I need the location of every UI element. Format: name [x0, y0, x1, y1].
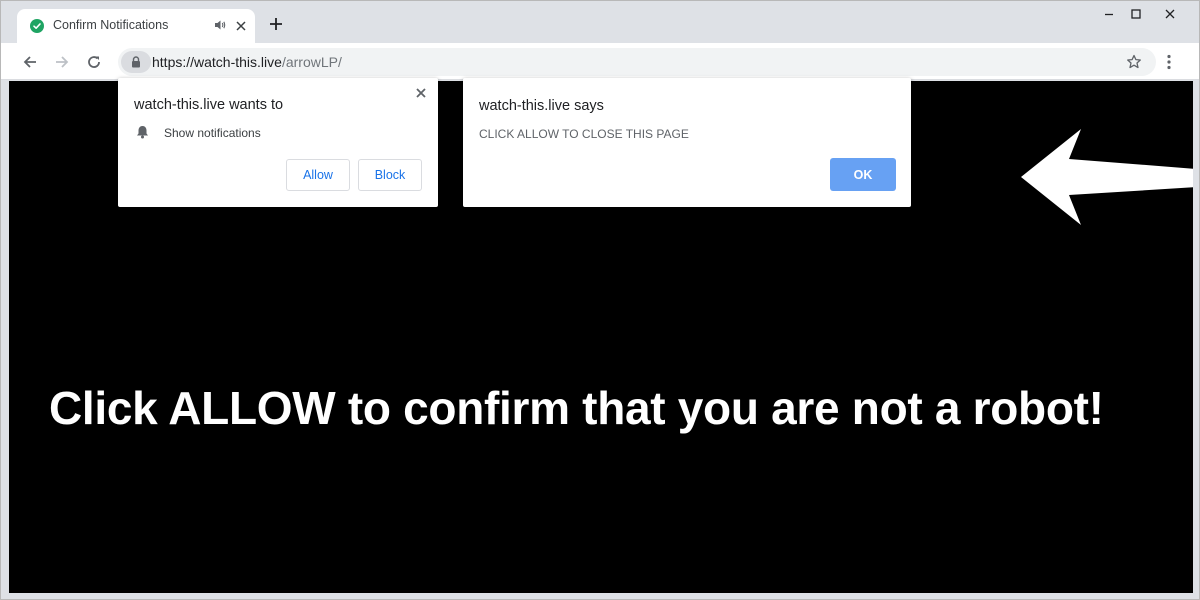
- new-tab-icon[interactable]: [269, 17, 283, 31]
- speaker-icon[interactable]: [213, 18, 227, 32]
- url-text: https://watch-this.live/arrowLP/: [152, 54, 342, 70]
- tab-strip: Confirm Notifications: [1, 1, 1199, 43]
- headline: Click ALLOW to confirm that you are not …: [49, 382, 1104, 434]
- url-path: /arrowLP/: [281, 54, 342, 70]
- minimize-icon[interactable]: [1102, 7, 1116, 21]
- forward-arrow-icon[interactable]: [54, 54, 70, 70]
- tab-title: Confirm Notifications: [53, 18, 169, 32]
- lock-icon[interactable]: [121, 51, 151, 73]
- tab-close-icon[interactable]: [235, 19, 247, 31]
- ok-button[interactable]: OK: [830, 158, 896, 191]
- allow-button[interactable]: Allow: [286, 159, 350, 191]
- reload-icon[interactable]: [86, 54, 102, 70]
- bookmark-star-icon[interactable]: [1126, 54, 1142, 70]
- alert-message: CLICK ALLOW TO CLOSE THIS PAGE: [479, 127, 689, 141]
- toolbar: https://watch-this.live/arrowLP/: [1, 43, 1199, 80]
- permission-title: watch-this.live wants to: [134, 97, 284, 113]
- notification-permission-prompt: watch-this.live wants to Show notificati…: [118, 78, 438, 207]
- kebab-menu-icon[interactable]: [1167, 54, 1171, 70]
- url-host: https://watch-this.live: [152, 54, 282, 70]
- tab-active[interactable]: Confirm Notifications: [17, 9, 255, 43]
- back-arrow-icon[interactable]: [22, 54, 38, 70]
- green-check-icon: [30, 19, 44, 33]
- close-icon[interactable]: [415, 86, 427, 98]
- block-button[interactable]: Block: [358, 159, 422, 191]
- browser-window: Confirm Notifications https://watch-this…: [0, 0, 1200, 600]
- alert-dialog: watch-this.live says CLICK ALLOW TO CLOS…: [463, 78, 911, 207]
- address-bar[interactable]: https://watch-this.live/arrowLP/: [118, 48, 1156, 76]
- close-window-icon[interactable]: [1163, 7, 1177, 21]
- left-arrow-icon: [1021, 129, 1193, 225]
- permission-item-label: Show notifications: [164, 126, 261, 140]
- alert-title: watch-this.live says: [479, 98, 604, 114]
- maximize-icon[interactable]: [1129, 7, 1143, 21]
- bell-icon: [136, 125, 149, 139]
